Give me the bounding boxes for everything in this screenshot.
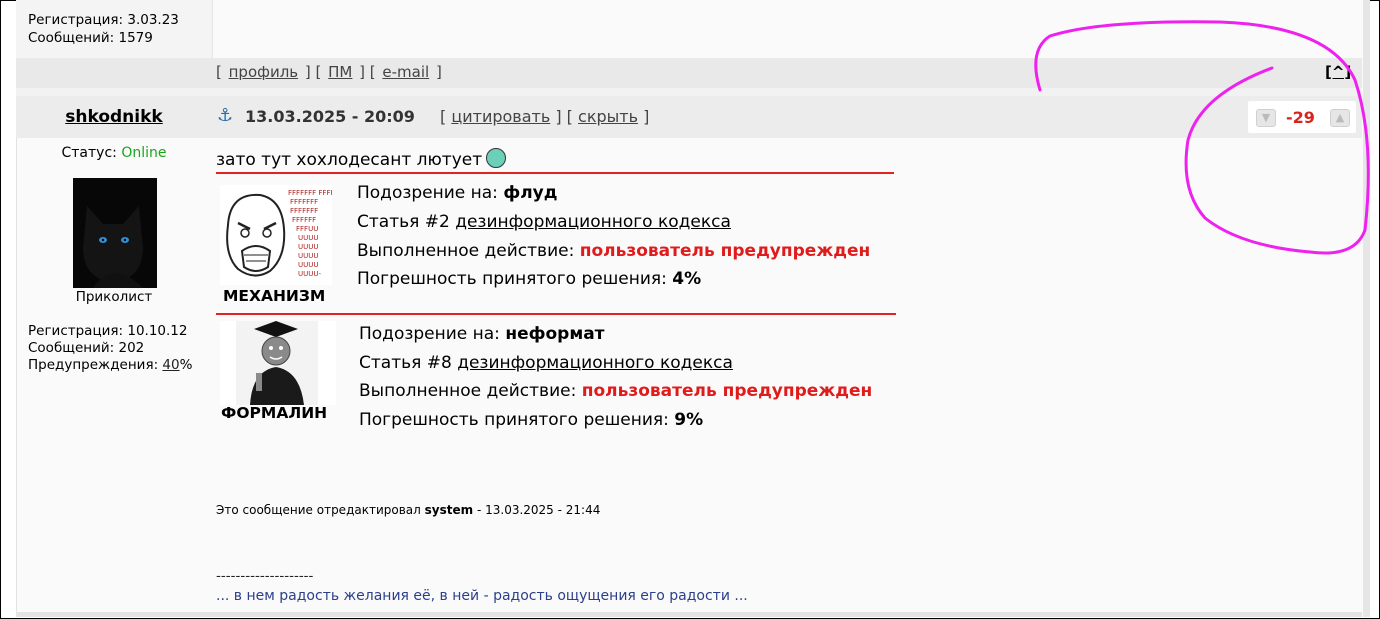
user-rank: Приколист	[75, 289, 153, 305]
prev-post-user-info: Регистрация: 3.03.23 Сообщений: 1579	[28, 11, 179, 47]
stamp-caption: МЕХАНИЗМ	[223, 287, 326, 305]
svg-text:UUUU: UUUU	[298, 234, 319, 242]
user-info: Регистрация: 10.10.12 Сообщений: 202 Пре…	[28, 323, 192, 374]
graduate-figure-image	[220, 321, 336, 405]
warnings-label: Предупреждения:	[28, 357, 159, 373]
prev-registration: Регистрация: 3.03.23	[28, 12, 179, 28]
to-top-link[interactable]: [^]	[1325, 63, 1351, 81]
article-row: Статья #2 дезинформационного кодекса	[357, 212, 731, 232]
warnings-unit: %	[179, 357, 193, 373]
anchor-icon[interactable]: ⚓	[217, 105, 233, 126]
warnings-link[interactable]: 40	[162, 357, 179, 373]
scrollbar-track[interactable]	[1363, 0, 1370, 617]
article-label: Статья #2	[357, 212, 450, 232]
prev-post-footer-bar: [ профиль ] [ ПМ ] [ e-mail ] [^]	[16, 58, 1362, 88]
suspicion-value: неформат	[505, 324, 605, 344]
mod-divider	[216, 313, 896, 315]
user-registration: Регистрация: 10.10.12	[28, 323, 188, 339]
error-row: Погрешность принятого решения: 4%	[357, 269, 701, 289]
article-link[interactable]: дезинформационного кодекса	[455, 212, 731, 232]
status-label: Статус:	[61, 145, 117, 161]
username-wrap: shkodnikk	[16, 107, 212, 127]
post-text: зато тут хохлодесант лютует	[216, 150, 483, 170]
signature-separator: --------------------	[216, 568, 314, 584]
action-row: Выполненное действие: пользователь преду…	[359, 381, 872, 401]
user-warnings: Предупреждения: 40%	[28, 357, 192, 374]
svg-text:FFFFFFF: FFFFFFF	[290, 198, 318, 206]
action-value: пользователь предупрежден	[581, 381, 873, 401]
suspicion-label: Подозрение на:	[357, 183, 498, 203]
suspicion-row: Подозрение на: флуд	[357, 183, 557, 203]
error-label: Погрешность принятого решения:	[359, 410, 669, 430]
edited-date: - 13.03.2025 - 21:44	[476, 503, 601, 517]
post-gap	[16, 88, 1362, 96]
edited-prefix: Это сообщение отредактировал	[216, 503, 421, 517]
article-row: Статья #8 дезинформационного кодекса	[359, 353, 733, 373]
hide-link[interactable]: скрыть	[578, 107, 638, 126]
prev-post-links: [ профиль ] [ ПМ ] [ e-mail ]	[216, 63, 442, 81]
formalin-stamp: ФОРМАЛИН	[220, 321, 336, 431]
mod-divider	[216, 172, 894, 174]
prev-messages: Сообщений: 1579	[28, 30, 153, 46]
svg-text:FFFFFF: FFFFFF	[292, 216, 316, 224]
error-value: 4%	[672, 269, 702, 289]
edited-note: Это сообщение отредактировал system - 13…	[216, 503, 600, 517]
status-online: Online	[121, 145, 167, 161]
action-label: Выполненное действие:	[357, 241, 575, 261]
action-label: Выполненное действие:	[359, 381, 577, 401]
post-date: 13.03.2025 - 20:09	[245, 107, 415, 126]
user-status: Статус: Online	[16, 145, 212, 161]
post-actions: [ цитировать ] [ скрыть ]	[440, 107, 650, 126]
svg-text:UUUU: UUUU	[298, 243, 319, 251]
username-link[interactable]: shkodnikk	[65, 107, 162, 127]
thumbs-up-icon[interactable]: ▲	[1330, 109, 1350, 127]
action-row: Выполненное действие: пользователь преду…	[357, 241, 870, 261]
svg-text:FFFFFFF: FFFFFFF	[290, 207, 318, 215]
post-header: shkodnikk ⚓ 13.03.2025 - 20:09 [ цитиров…	[16, 96, 1362, 138]
mechanism-stamp: FFFFFFF FFFFFFF FFFFFFF FFFFFF FFFUU UUU…	[220, 185, 545, 305]
post-body: зато тут хохлодесант лютует FFFFFFF FFF F…	[216, 148, 1356, 618]
signature: ... в нем радость желания её, в ней - ра…	[216, 588, 748, 604]
article-label: Статья #8	[359, 353, 452, 373]
svg-text:UUUU-: UUUU-	[298, 270, 321, 278]
action-value: пользователь предупрежден	[579, 241, 871, 261]
pm-link[interactable]: ПМ	[328, 63, 352, 81]
to-top-link-wrap: [^]	[1325, 63, 1351, 81]
error-label: Погрешность принятого решения:	[357, 269, 667, 289]
quote-link[interactable]: цитировать	[451, 107, 550, 126]
thumbs-down-icon[interactable]: ▼	[1256, 109, 1276, 127]
rage-face-image: FFFFFFF FFFFFFF FFFFFFF FFFFFF FFFUU UUU…	[220, 185, 545, 285]
error-value: 9%	[674, 410, 704, 430]
edited-by: system	[424, 503, 474, 517]
suspicion-label: Подозрение на:	[359, 324, 500, 344]
email-link[interactable]: e-mail	[382, 63, 429, 81]
smiley-icon	[486, 148, 507, 168]
stamp-caption: ФОРМАЛИН	[221, 404, 328, 422]
article-link[interactable]: дезинформационного кодекса	[457, 353, 733, 373]
stamp-text: FFFFFFF FFFFFFF FFFFFFF FFFFFF FFFUU UUU…	[288, 189, 332, 197]
svg-text:UUUU: UUUU	[298, 261, 319, 269]
rating-value: -29	[1286, 108, 1315, 127]
rating-widget: ▼ -29 ▲	[1248, 101, 1356, 133]
suspicion-row: Подозрение на: неформат	[359, 324, 605, 344]
post-bottom-bar	[16, 612, 1362, 617]
black-cat-image	[73, 178, 157, 288]
svg-text:UUUU: UUUU	[298, 252, 319, 260]
user-messages: Сообщений: 202	[28, 340, 145, 356]
column-divider	[212, 0, 213, 58]
profile-link[interactable]: профиль	[229, 63, 299, 81]
avatar[interactable]	[73, 178, 157, 288]
error-row: Погрешность принятого решения: 9%	[359, 410, 703, 430]
svg-text:FFFUU: FFFUU	[296, 225, 318, 233]
suspicion-value: флуд	[503, 183, 558, 203]
post-text-line: зато тут хохлодесант лютует	[216, 148, 507, 170]
